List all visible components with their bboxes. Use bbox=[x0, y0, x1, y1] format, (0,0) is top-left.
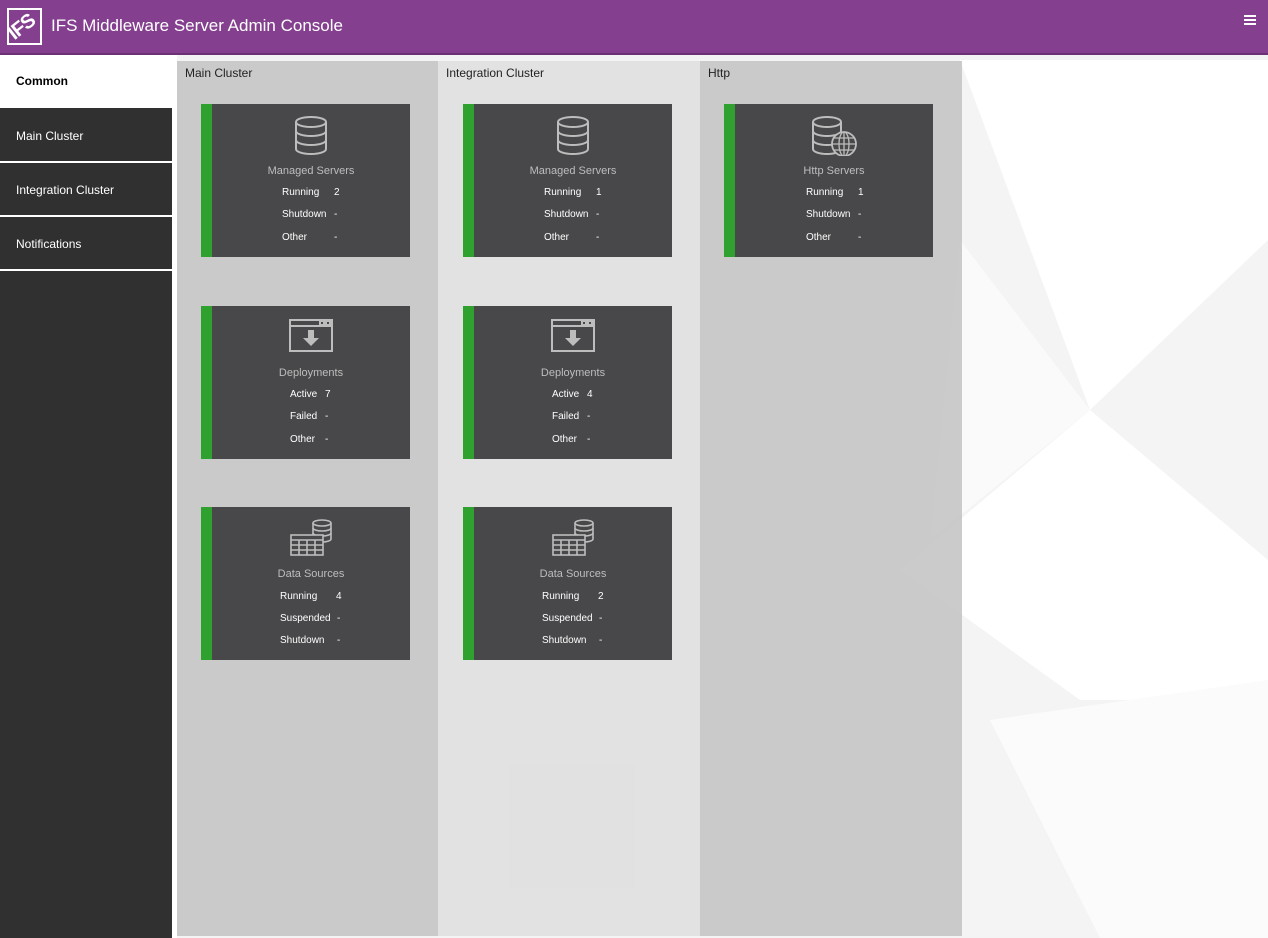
stat-label: Shutdown bbox=[282, 209, 327, 220]
stat-value: - bbox=[596, 232, 600, 243]
stat-label: Running bbox=[282, 187, 320, 198]
card-title: Http Servers bbox=[803, 165, 865, 177]
card-title: Managed Servers bbox=[267, 165, 355, 177]
stat-label: Shutdown bbox=[806, 209, 851, 220]
deployments-card[interactable]: Deployments Active 7 Failed - Other - bbox=[201, 306, 410, 459]
stat-label: Running bbox=[544, 187, 582, 198]
sidebar-item-main-cluster[interactable]: Main Cluster bbox=[0, 110, 172, 163]
stat-label: Other bbox=[806, 232, 832, 243]
managed-servers-card[interactable]: Managed Servers Running 1 Shutdown - Oth… bbox=[463, 104, 672, 257]
stat-label: Suspended bbox=[542, 613, 593, 624]
stat-value: - bbox=[337, 613, 341, 624]
sidebar: Common Main Cluster Integration Cluster … bbox=[0, 55, 172, 938]
sidebar-item-label: Notifications bbox=[16, 237, 82, 251]
download-window-icon bbox=[550, 319, 595, 352]
card-title: Deployments bbox=[278, 367, 344, 379]
stat-value: 7 bbox=[325, 389, 331, 400]
database-globe-icon bbox=[811, 116, 857, 156]
stat-value: - bbox=[599, 635, 603, 646]
card-title: Data Sources bbox=[277, 568, 345, 580]
data-source-icon bbox=[551, 519, 594, 556]
stat-label: Active bbox=[552, 389, 580, 400]
column-title: Integration Cluster bbox=[446, 66, 545, 80]
stat-label: Other bbox=[290, 434, 316, 445]
stat-label: Running bbox=[542, 591, 580, 602]
stat-label: Running bbox=[280, 591, 318, 602]
card-title: Managed Servers bbox=[529, 165, 617, 177]
app-header: IFS IFS Middleware Server Admin Console bbox=[0, 0, 1268, 55]
stat-label: Active bbox=[290, 389, 318, 400]
stat-label: Shutdown bbox=[280, 635, 325, 646]
ifs-logo: IFS bbox=[7, 8, 42, 45]
stat-value: 4 bbox=[336, 591, 342, 602]
stat-label: Other bbox=[282, 232, 308, 243]
data-sources-card[interactable]: Data Sources Running 2 Suspended - Shutd… bbox=[463, 507, 672, 660]
status-stripe bbox=[463, 507, 474, 660]
stat-value: - bbox=[325, 411, 329, 422]
deployments-card[interactable]: Deployments Active 4 Failed - Other - bbox=[463, 306, 672, 459]
column-title: Http bbox=[708, 66, 731, 80]
stat-value: - bbox=[334, 232, 338, 243]
stat-value: 4 bbox=[587, 389, 593, 400]
http-column: Http Http Servers Running 1 Shutdown - O… bbox=[700, 61, 962, 936]
stat-value: - bbox=[596, 209, 600, 220]
data-sources-card[interactable]: Data Sources Running 4 Suspended - Shutd… bbox=[201, 507, 410, 660]
stat-value: 1 bbox=[596, 187, 602, 198]
sidebar-divider bbox=[172, 55, 177, 938]
data-source-icon bbox=[289, 519, 332, 556]
status-stripe bbox=[201, 306, 212, 459]
stat-value: - bbox=[587, 434, 591, 445]
hamburger-menu-icon[interactable] bbox=[1244, 15, 1256, 29]
card-title: Data Sources bbox=[539, 568, 607, 580]
app-title: IFS Middleware Server Admin Console bbox=[51, 16, 343, 35]
sidebar-item-common[interactable]: Common bbox=[0, 55, 172, 108]
database-icon bbox=[294, 116, 327, 155]
sidebar-item-notifications[interactable]: Notifications bbox=[0, 218, 172, 271]
sidebar-item-label: Integration Cluster bbox=[16, 183, 115, 197]
stat-value: - bbox=[858, 209, 862, 220]
stat-label: Other bbox=[544, 232, 570, 243]
stat-label: Running bbox=[806, 187, 844, 198]
sidebar-item-label: Main Cluster bbox=[16, 129, 84, 143]
download-window-icon bbox=[288, 319, 333, 352]
integration-cluster-column: Integration Cluster Managed Servers Runn… bbox=[438, 61, 700, 936]
http-servers-card[interactable]: Http Servers Running 1 Shutdown - Other … bbox=[724, 104, 933, 257]
status-stripe bbox=[724, 104, 735, 257]
stat-value: - bbox=[334, 209, 338, 220]
stat-value: - bbox=[325, 434, 329, 445]
stat-label: Other bbox=[552, 434, 578, 445]
stat-value: 1 bbox=[858, 187, 864, 198]
card-title: Deployments bbox=[540, 367, 606, 379]
status-stripe bbox=[463, 104, 474, 257]
status-stripe bbox=[463, 306, 474, 459]
stat-label: Suspended bbox=[280, 613, 331, 624]
column-title: Main Cluster bbox=[185, 66, 253, 80]
main-cluster-column: Main Cluster Managed Servers Running 2 S… bbox=[177, 61, 438, 936]
status-stripe bbox=[201, 507, 212, 660]
stat-value: 2 bbox=[598, 591, 604, 602]
stat-value: - bbox=[858, 232, 862, 243]
stat-value: - bbox=[337, 635, 341, 646]
stat-label: Failed bbox=[290, 411, 318, 422]
stat-label: Failed bbox=[552, 411, 580, 422]
stat-value: 2 bbox=[334, 187, 340, 198]
sidebar-item-integration-cluster[interactable]: Integration Cluster bbox=[0, 164, 172, 217]
stat-label: Shutdown bbox=[544, 209, 589, 220]
stat-value: - bbox=[599, 613, 603, 624]
stat-label: Shutdown bbox=[542, 635, 587, 646]
logo-text: IFS bbox=[7, 9, 40, 45]
sidebar-item-label: Common bbox=[16, 74, 68, 88]
status-stripe bbox=[201, 104, 212, 257]
managed-servers-card[interactable]: Managed Servers Running 2 Shutdown - Oth… bbox=[201, 104, 410, 257]
database-icon bbox=[556, 116, 589, 155]
stat-value: - bbox=[587, 411, 591, 422]
